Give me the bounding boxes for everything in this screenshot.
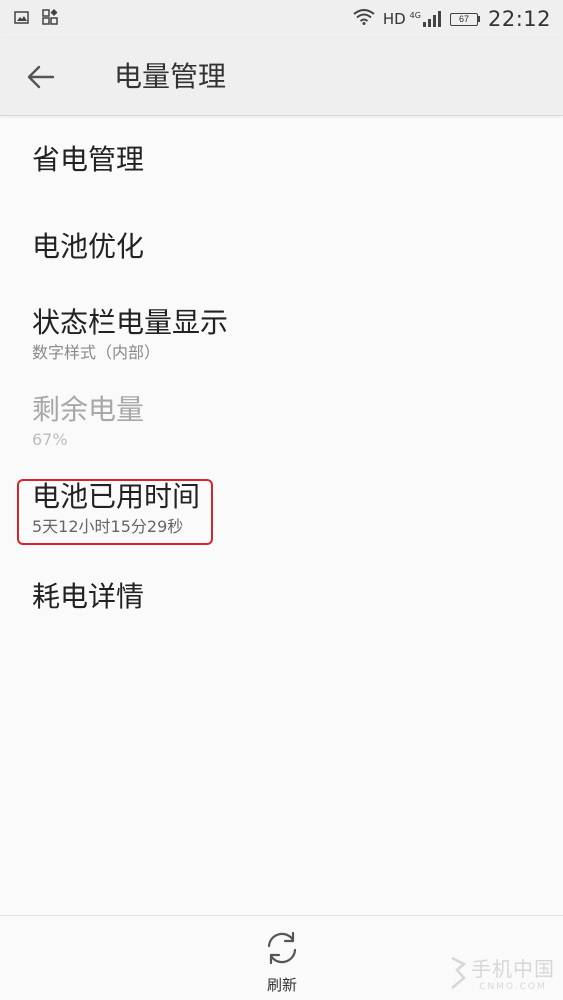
setting-battery-optimization[interactable]: 电池优化 bbox=[0, 230, 563, 264]
setting-power-saving[interactable]: 省电管理 bbox=[0, 143, 563, 177]
setting-subtitle: 67% bbox=[32, 430, 68, 449]
setting-title: 耗电详情 bbox=[32, 580, 145, 613]
watermark-logo-icon bbox=[451, 956, 467, 989]
watermark: 手机中国 CNMO.COM bbox=[449, 953, 555, 992]
setting-title: 电池优化 bbox=[32, 230, 145, 263]
refresh-button[interactable]: 刷新 bbox=[256, 928, 308, 998]
refresh-label: 刷新 bbox=[266, 976, 297, 994]
setting-power-consumption-details[interactable]: 耗电详情 bbox=[0, 580, 563, 614]
setting-title: 剩余电量 bbox=[32, 393, 145, 426]
refresh-icon bbox=[267, 931, 297, 965]
back-button[interactable] bbox=[22, 58, 60, 96]
highlight-annotation bbox=[17, 479, 213, 545]
apps-notification-icon bbox=[42, 9, 60, 29]
setting-statusbar-battery-display[interactable]: 状态栏电量显示 数字样式（内部） bbox=[0, 306, 563, 364]
cell-signal-icon: 4G bbox=[410, 11, 442, 27]
signal-gen-label: 4G bbox=[409, 11, 421, 20]
gallery-notification-icon bbox=[14, 10, 30, 29]
wifi-icon bbox=[353, 9, 375, 29]
network-label: HD bbox=[382, 10, 406, 28]
app-bar: 电量管理 bbox=[0, 38, 563, 116]
setting-subtitle: 数字样式（内部） bbox=[32, 343, 161, 362]
setting-title: 省电管理 bbox=[32, 143, 145, 176]
watermark-en: CNMO.COM bbox=[479, 982, 547, 992]
status-bar-right: HD 4G 67 22:12 bbox=[345, 7, 551, 31]
setting-remaining-battery: 剩余电量 67% bbox=[0, 393, 563, 451]
page-title: 电量管理 bbox=[114, 60, 227, 93]
setting-title: 状态栏电量显示 bbox=[32, 306, 229, 339]
battery-level: 67 bbox=[449, 12, 478, 26]
status-bar: HD 4G 67 22:12 bbox=[0, 0, 563, 38]
battery-icon: 67 bbox=[449, 12, 480, 26]
watermark-cn: 手机中国 bbox=[471, 957, 555, 981]
arrow-left-icon bbox=[27, 65, 55, 89]
clock: 22:12 bbox=[487, 7, 551, 31]
status-bar-left bbox=[14, 9, 60, 29]
